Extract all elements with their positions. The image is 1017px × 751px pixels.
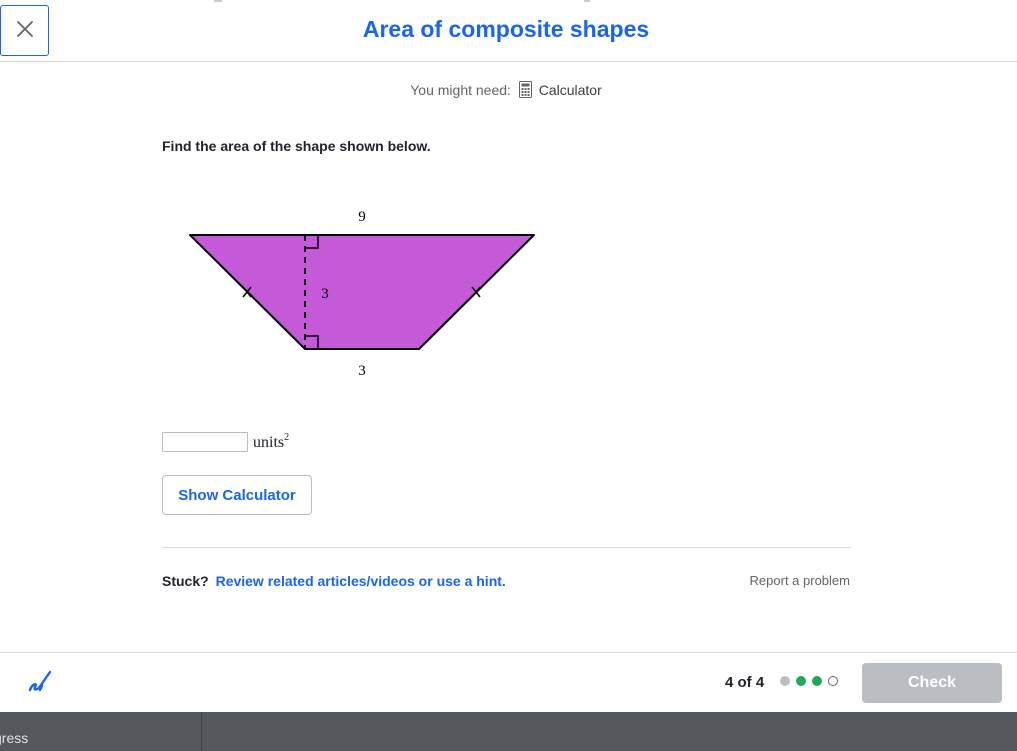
page-title: Area of composite shapes xyxy=(362,16,650,42)
header: Area of composite shapes xyxy=(0,0,1017,62)
top-edge-mark xyxy=(214,0,222,2)
answer-input[interactable] xyxy=(162,432,248,452)
answer-row: units2 xyxy=(162,432,289,452)
units-text: units xyxy=(253,434,285,451)
top-base-label: 9 xyxy=(358,209,366,225)
bottom-bar: gress xyxy=(0,712,1017,751)
stuck-row: Stuck? Review related articles/videos or… xyxy=(162,573,506,589)
footer: 4 of 4 Check xyxy=(0,652,1017,712)
progress-dot-correct xyxy=(796,676,806,686)
calculator-icon xyxy=(518,81,532,101)
units-label: units2 xyxy=(253,432,289,452)
progress-text: 4 of 4 xyxy=(725,674,765,691)
hint-link[interactable]: Review related articles/videos or use a … xyxy=(216,573,506,589)
stuck-label: Stuck? xyxy=(162,573,209,589)
height-label: 3 xyxy=(321,286,329,302)
scratchpad-button[interactable] xyxy=(24,668,56,700)
top-edge-mark xyxy=(584,0,590,2)
trapezoid-figure: 9 3 3 xyxy=(162,195,582,395)
trapezoid-shape xyxy=(189,234,535,350)
units-exponent: 2 xyxy=(284,432,290,443)
divider xyxy=(162,547,850,548)
bottom-bar-text[interactable]: gress xyxy=(0,730,28,746)
resources-label: You might need: xyxy=(410,82,511,98)
check-button[interactable]: Check xyxy=(862,663,1002,703)
progress-dot-done xyxy=(780,676,790,686)
show-calculator-button[interactable]: Show Calculator xyxy=(162,475,312,515)
progress-dot-correct xyxy=(812,676,822,686)
question-prompt: Find the area of the shape shown below. xyxy=(162,138,431,154)
scratchpad-icon xyxy=(26,668,54,701)
progress-dot-current xyxy=(828,676,838,686)
bottom-base-label: 3 xyxy=(358,363,366,379)
resources-tool: Calculator xyxy=(538,82,602,98)
bottom-bar-separator xyxy=(201,712,202,751)
progress-dots xyxy=(780,676,844,686)
report-problem-link[interactable]: Report a problem xyxy=(750,573,850,588)
resources-row: You might need: Calculator xyxy=(0,81,1012,101)
